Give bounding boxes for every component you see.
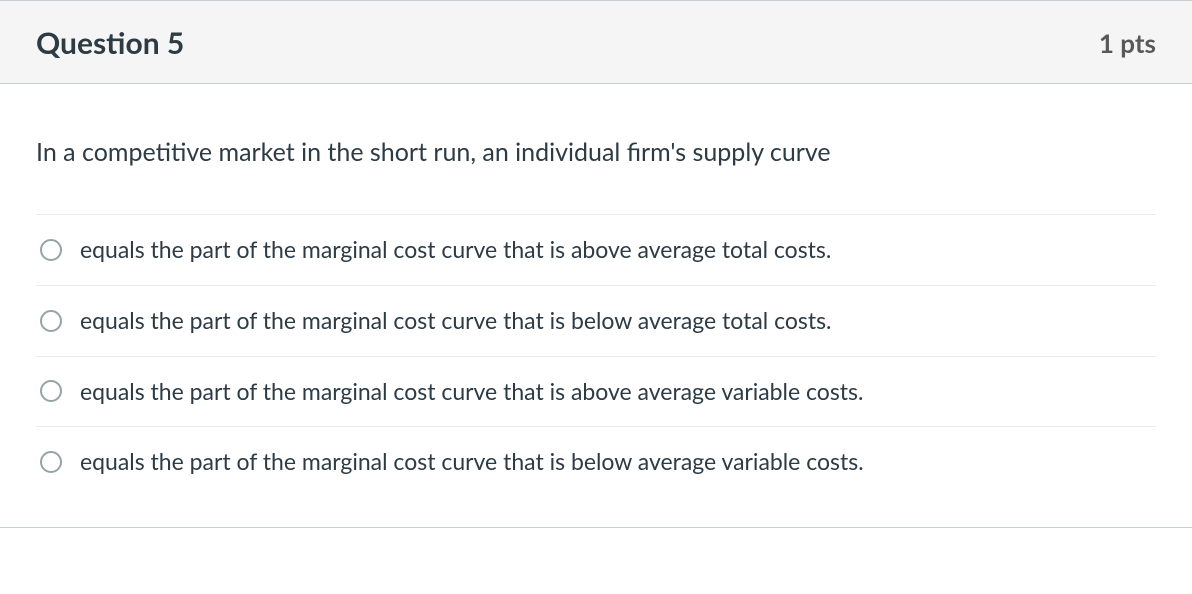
question-points: 1 pts bbox=[1099, 27, 1156, 59]
answer-option[interactable]: equals the part of the marginal cost cur… bbox=[36, 427, 1156, 497]
answer-list: equals the part of the marginal cost cur… bbox=[36, 214, 1156, 498]
answer-option[interactable]: equals the part of the marginal cost cur… bbox=[36, 357, 1156, 428]
question-body: In a competitive market in the short run… bbox=[0, 84, 1192, 527]
question-prompt: In a competitive market in the short run… bbox=[36, 84, 1156, 214]
question-title: Question 5 bbox=[36, 25, 184, 61]
answer-text: equals the part of the marginal cost cur… bbox=[80, 235, 831, 265]
radio-icon[interactable] bbox=[40, 239, 62, 261]
answer-text: equals the part of the marginal cost cur… bbox=[80, 377, 863, 407]
answer-text: equals the part of the marginal cost cur… bbox=[80, 306, 831, 336]
answer-option[interactable]: equals the part of the marginal cost cur… bbox=[36, 286, 1156, 357]
radio-icon[interactable] bbox=[40, 451, 62, 473]
answer-option[interactable]: equals the part of the marginal cost cur… bbox=[36, 215, 1156, 286]
radio-icon[interactable] bbox=[40, 380, 62, 402]
question-header: Question 5 1 pts bbox=[0, 1, 1192, 84]
question-card: Question 5 1 pts In a competitive market… bbox=[0, 0, 1192, 528]
radio-icon[interactable] bbox=[40, 310, 62, 332]
answer-text: equals the part of the marginal cost cur… bbox=[80, 447, 864, 477]
